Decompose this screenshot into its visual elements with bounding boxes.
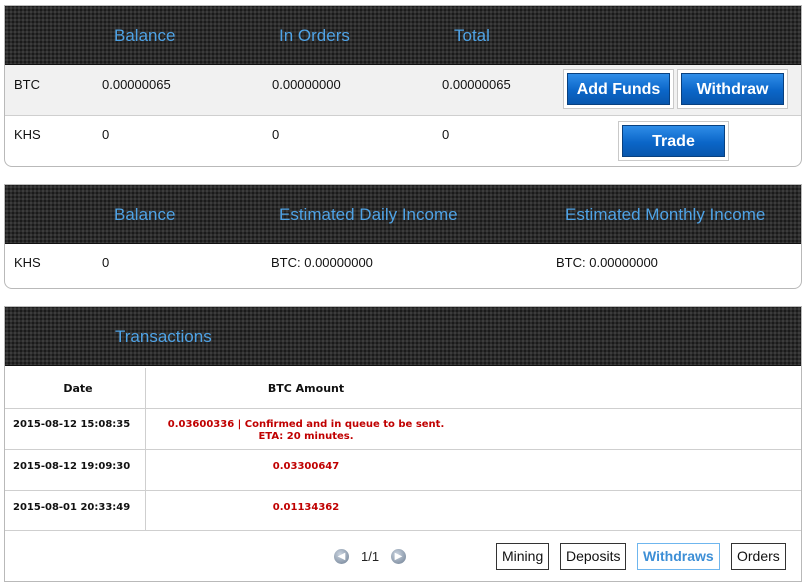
currency-label: KHS	[14, 255, 41, 270]
balance-value: 0	[102, 127, 110, 142]
transactions-title: Transactions	[115, 327, 212, 346]
mining-filter-button[interactable]: Mining	[496, 543, 550, 570]
transaction-amount: 0.03300647	[272, 461, 340, 472]
table-row: 2015-08-12 19:09:30 0.03300647	[5, 450, 801, 491]
withdraw-button[interactable]: Withdraw	[681, 73, 784, 105]
daily-income-value: BTC: 0.00000000	[271, 255, 373, 270]
add-funds-button-frame: Add Funds	[563, 69, 674, 109]
prev-arrow-icon[interactable]: ◀	[334, 549, 349, 564]
transaction-amount: 0.01134362	[272, 502, 340, 513]
transactions-header: Transactions	[5, 307, 801, 366]
transaction-date: 2015-08-12 15:08:35	[13, 419, 131, 430]
income-panel: Balance Estimated Daily Income Estimated…	[4, 184, 802, 289]
daily-income-column-header: Estimated Daily Income	[279, 205, 458, 224]
next-arrow-icon[interactable]: ▶	[391, 549, 406, 564]
deposits-filter-button[interactable]: Deposits	[560, 543, 627, 570]
balances-panel: Balance In Orders Total BTC 0.00000065 0…	[4, 5, 802, 167]
income-balance-value: 0	[102, 255, 110, 270]
trade-button-frame: Trade	[618, 121, 729, 161]
currency-label: BTC	[14, 77, 40, 92]
transactions-column-header-row: Date BTC Amount	[5, 368, 801, 409]
transaction-date: 2015-08-01 20:33:49	[13, 502, 131, 513]
transaction-note: ETA: 20 minutes.	[258, 431, 354, 442]
trade-button[interactable]: Trade	[622, 125, 725, 157]
monthly-income-column-header: Estimated Monthly Income	[565, 205, 766, 224]
transactions-table: Date BTC Amount 2015-08-12 15:08:35 0.03…	[5, 368, 801, 581]
transaction-date: 2015-08-12 19:09:30	[13, 461, 131, 472]
page-indicator: 1/1	[361, 549, 380, 564]
orders-filter-button[interactable]: Orders	[731, 543, 786, 570]
withdraws-filter-button[interactable]: Withdraws	[637, 543, 720, 570]
table-row: 2015-08-12 15:08:35 0.03600336 | Confirm…	[5, 409, 801, 450]
table-row: 2015-08-01 20:33:49 0.01134362	[5, 491, 801, 531]
income-header: Balance Estimated Daily Income Estimated…	[5, 185, 801, 244]
balances-header: Balance In Orders Total	[5, 6, 801, 65]
balance-column-header: Balance	[114, 26, 176, 45]
in-orders-value: 0	[272, 127, 280, 142]
add-funds-button[interactable]: Add Funds	[567, 73, 670, 105]
transaction-amount: 0.03600336 | Confirmed and in queue to b…	[167, 419, 445, 430]
monthly-income-value: BTC: 0.00000000	[556, 255, 658, 270]
total-value: 0	[442, 127, 450, 142]
transactions-footer: ◀ 1/1 ▶ Mining Deposits Withdraws Orders	[5, 531, 801, 581]
in-orders-column-header: In Orders	[279, 26, 350, 45]
in-orders-value: 0.00000000	[272, 77, 341, 92]
balance-value: 0.00000065	[102, 77, 171, 92]
total-value: 0.00000065	[442, 77, 511, 92]
date-column-header: Date	[63, 382, 93, 395]
khs-income-row: KHS 0 BTC: 0.00000000 BTC: 0.00000000	[5, 244, 801, 288]
total-column-header: Total	[454, 26, 490, 45]
withdraw-button-frame: Withdraw	[677, 69, 788, 109]
transactions-panel: Transactions Date BTC Amount 2015-08-12 …	[4, 306, 802, 582]
income-balance-column-header: Balance	[114, 205, 176, 224]
btc-balance-row: BTC 0.00000065 0.00000000 0.00000065 Add…	[5, 65, 801, 116]
khs-balance-row: KHS 0 0 0 Trade	[5, 116, 801, 166]
currency-label: KHS	[14, 127, 41, 142]
amount-column-header: BTC Amount	[267, 382, 345, 395]
